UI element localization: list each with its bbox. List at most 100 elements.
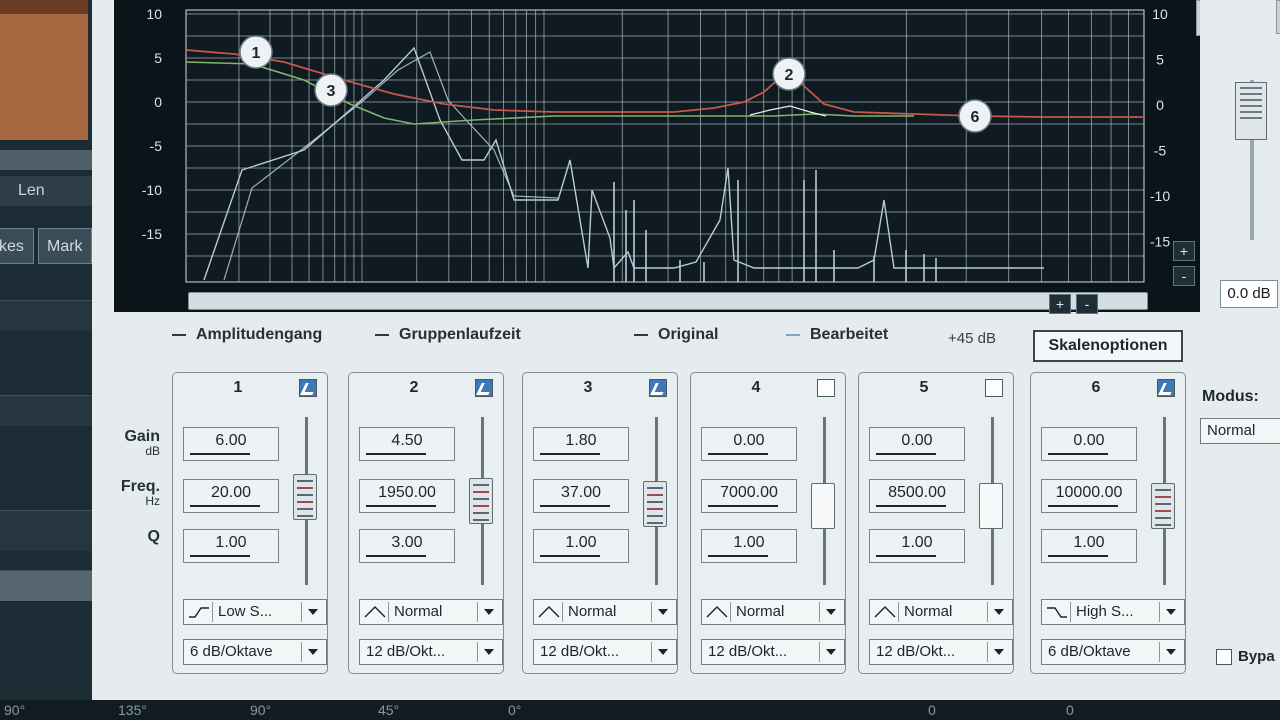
chevron-down-icon[interactable]	[651, 642, 674, 662]
q-input[interactable]: 3.00	[359, 529, 455, 563]
chevron-down-icon[interactable]	[987, 602, 1010, 622]
gain-value: 0.00	[901, 432, 933, 449]
chevron-down-icon[interactable]	[987, 642, 1010, 662]
freq-label: Freq. Hz	[120, 478, 160, 508]
ruler-label: 0°	[508, 702, 522, 718]
axis-tick-label-right: -5	[1154, 143, 1167, 159]
mode-label: Modus:	[1202, 388, 1259, 405]
slope-select[interactable]: 12 dB/Okt...	[869, 639, 1013, 665]
q-input[interactable]: 1.00	[1041, 529, 1137, 563]
freq-input[interactable]: 10000.00	[1041, 479, 1137, 513]
master-gain-value[interactable]: 0.0 dB	[1220, 280, 1278, 308]
slope-select[interactable]: 6 dB/Oktave	[183, 639, 327, 665]
frequency-response-graph[interactable]: 10 5 0 -5 -10 -15 10 5 0 -5 -10 -15 1 2 3 6 + - + -	[114, 0, 1220, 314]
slope-select[interactable]: 12 dB/Okt...	[359, 639, 503, 665]
filter-type-select[interactable]: Normal	[869, 599, 1013, 625]
q-value: 1.00	[565, 534, 597, 551]
q-label: Q	[147, 528, 160, 545]
freq-value: 8500.00	[888, 484, 946, 501]
chevron-down-icon[interactable]	[301, 642, 324, 662]
band-enable-checkbox[interactable]	[985, 379, 1003, 397]
scale-options-button[interactable]: Skalenoptionen	[1033, 330, 1183, 362]
filter-type-select[interactable]: High S...	[1041, 599, 1185, 625]
gain-input[interactable]: 0.00	[701, 427, 797, 461]
bottom-ruler: 90° 135° 90° 45° 0° 0 0	[0, 700, 1280, 720]
freq-input[interactable]: 1950.00	[359, 479, 455, 513]
freq-input[interactable]: 20.00	[183, 479, 279, 513]
band-enable-checkbox[interactable]	[299, 379, 317, 397]
filter-type-select[interactable]: Low S...	[183, 599, 327, 625]
slope-select[interactable]: 12 dB/Okt...	[533, 639, 677, 665]
gain-input[interactable]: 4.50	[359, 427, 455, 461]
gain-slider-thumb[interactable]	[293, 474, 317, 520]
master-gain-slider-thumb[interactable]	[1235, 82, 1267, 140]
freq-value: 7000.00	[720, 484, 778, 501]
filter-shape-icon	[536, 602, 563, 622]
freq-input[interactable]: 37.00	[533, 479, 629, 513]
chevron-down-icon[interactable]	[1159, 602, 1182, 622]
band-panel-2: 2 4.50 1950.00 3.00 Normal 12 dB/Okt...	[348, 372, 504, 674]
horizontal-scrollbar[interactable]	[188, 292, 1148, 310]
filter-type-select[interactable]: Normal	[533, 599, 677, 625]
bypass-checkbox[interactable]: Bypa	[1216, 648, 1275, 666]
band-enable-checkbox[interactable]	[649, 379, 667, 397]
chevron-down-icon[interactable]	[651, 602, 674, 622]
q-input[interactable]: 1.00	[183, 529, 279, 563]
band-number: 6	[1091, 379, 1101, 396]
mode-select[interactable]: Normal	[1200, 418, 1280, 444]
window-scroll-thumb[interactable]	[1276, 0, 1280, 34]
q-input[interactable]: 1.00	[869, 529, 965, 563]
gain-slider-thumb[interactable]	[469, 478, 493, 524]
band-enable-checkbox[interactable]	[1157, 379, 1175, 397]
chevron-down-icon[interactable]	[477, 602, 500, 622]
band-enable-checkbox[interactable]	[817, 379, 835, 397]
legend-amplitude: Amplitudengang	[172, 326, 322, 350]
gain-value: 0.00	[733, 432, 765, 449]
gain-slider-thumb[interactable]	[811, 483, 835, 529]
filter-type-select[interactable]: Normal	[359, 599, 503, 625]
equalizer-dialog: 10 5 0 -5 -10 -15 10 5 0 -5 -10 -15 1 2 3 6 + - + - 0.0…	[92, 0, 1280, 700]
gain-input[interactable]: 1.80	[533, 427, 629, 461]
chevron-down-icon[interactable]	[477, 642, 500, 662]
ruler-label: 90°	[4, 702, 26, 718]
band-enable-checkbox[interactable]	[475, 379, 493, 397]
column-header-len[interactable]: Len	[0, 176, 92, 206]
filter-shape-icon	[704, 602, 731, 622]
chevron-down-icon[interactable]	[1159, 642, 1182, 662]
q-value: 1.00	[1073, 534, 1105, 551]
chevron-down-icon[interactable]	[819, 602, 842, 622]
q-value: 1.00	[215, 534, 247, 551]
slope-select[interactable]: 12 dB/Okt...	[701, 639, 845, 665]
gain-slider-thumb[interactable]	[1151, 483, 1175, 529]
bypass-checkbox-box[interactable]	[1216, 649, 1232, 666]
band-panel-4: 4 0.00 7000.00 1.00 Normal 12 dB/Okt...	[690, 372, 846, 674]
slope-select[interactable]: 6 dB/Oktave	[1041, 639, 1185, 665]
horizontal-zoom-out-button[interactable]: -	[1076, 294, 1098, 314]
gain-input[interactable]: 6.00	[183, 427, 279, 461]
filter-type-select[interactable]: Normal	[701, 599, 845, 625]
horizontal-zoom-in-button[interactable]: +	[1049, 294, 1071, 314]
filter-shape-icon	[872, 602, 899, 622]
ruler-label: 45°	[378, 702, 400, 718]
filter-shape-icon	[186, 602, 213, 622]
filter-shape-icon	[1044, 602, 1071, 622]
chevron-down-icon[interactable]	[819, 642, 842, 662]
gain-input[interactable]: 0.00	[1041, 427, 1137, 461]
freq-input[interactable]: 8500.00	[869, 479, 965, 513]
band-panel-5: 5 0.00 8500.00 1.00 Normal 12 dB/Okt...	[858, 372, 1014, 674]
band-marker-label: 3	[327, 83, 336, 100]
filter-shape-icon	[362, 602, 389, 622]
chevron-down-icon[interactable]	[301, 602, 324, 622]
gain-slider-thumb[interactable]	[643, 481, 667, 527]
vertical-zoom-in-button[interactable]: +	[1173, 241, 1195, 261]
gain-slider-thumb[interactable]	[979, 483, 1003, 529]
gain-value: 1.80	[565, 432, 597, 449]
tab-mark[interactable]: Mark	[38, 228, 92, 264]
q-input[interactable]: 1.00	[533, 529, 629, 563]
freq-input[interactable]: 7000.00	[701, 479, 797, 513]
gain-input[interactable]: 0.00	[869, 427, 965, 461]
q-input[interactable]: 1.00	[701, 529, 797, 563]
db-range-label: +45 dB	[948, 330, 996, 347]
vertical-zoom-out-button[interactable]: -	[1173, 266, 1195, 286]
tab-kes[interactable]: kes	[0, 228, 34, 264]
